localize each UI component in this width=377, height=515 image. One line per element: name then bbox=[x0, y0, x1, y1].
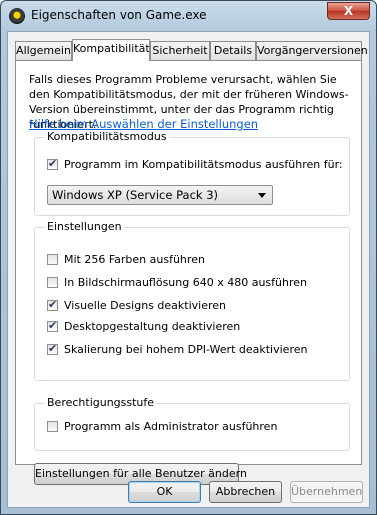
checkbox-label: Visuelle Designs deaktivieren bbox=[64, 299, 226, 312]
checkbox-box[interactable] bbox=[47, 421, 58, 432]
compat-mode-group: Kompatibilitätsmodus Programm im Kompati… bbox=[34, 130, 350, 216]
checkbox-label: In Bildschirmauflösung 640 x 480 ausführ… bbox=[64, 276, 307, 289]
checkbox-box[interactable] bbox=[47, 319, 58, 332]
tab-sicherheit[interactable]: Sicherheit bbox=[150, 41, 210, 60]
checkbox-box[interactable] bbox=[47, 298, 58, 311]
title-bar[interactable]: Eigenschaften von Game.exe X bbox=[1, 1, 376, 29]
settings-group-title: Einstellungen bbox=[45, 220, 124, 233]
checkbox-label: Programm im Kompatibilitätsmodus ausführ… bbox=[64, 158, 343, 171]
help-link[interactable]: Hilfe beim Auswählen der Einstellungen bbox=[29, 117, 258, 131]
dialog-client-area: Allgemein Kompatibilität Sicherheit Deta… bbox=[7, 31, 370, 508]
chevron-down-icon bbox=[258, 193, 266, 198]
close-button[interactable]: X bbox=[327, 2, 370, 20]
os-version-select[interactable]: Windows XP (Service Pack 3) bbox=[47, 185, 273, 205]
checkbox-label: Programm als Administrator ausführen bbox=[64, 420, 278, 433]
properties-dialog: Eigenschaften von Game.exe X Allgemein K… bbox=[0, 0, 377, 515]
os-version-select-value: Windows XP (Service Pack 3) bbox=[52, 188, 219, 202]
privilege-group-title: Berechtigungsstufe bbox=[45, 396, 157, 409]
compatibility-tab-panel: Falls dieses Programm Probleme verursach… bbox=[15, 60, 362, 485]
checkbox-box[interactable] bbox=[47, 342, 58, 355]
checkbox-label: Mit 256 Farben ausführen bbox=[64, 253, 205, 266]
window-title: Eigenschaften von Game.exe bbox=[31, 8, 207, 22]
tab-kompatibilitaet[interactable]: Kompatibilität bbox=[72, 39, 150, 61]
apply-button[interactable]: Übernehmen bbox=[290, 481, 363, 503]
cancel-button[interactable]: Abbrechen bbox=[209, 481, 282, 503]
tab-allgemein[interactable]: Allgemein bbox=[15, 41, 72, 60]
ok-button[interactable]: OK bbox=[128, 481, 201, 503]
compat-mode-group-title: Kompatibilitätsmodus bbox=[45, 130, 169, 143]
checkbox-label: Desktopgestaltung deaktivieren bbox=[64, 320, 241, 333]
settings-group: Einstellungen Mit 256 Farben ausführen I… bbox=[34, 220, 350, 381]
checkbox-label: Skalierung bei hohem DPI-Wert deaktivier… bbox=[64, 343, 308, 356]
checkbox-box[interactable] bbox=[47, 157, 58, 170]
tab-vorgaengerversionen[interactable]: Vorgängerversionen bbox=[256, 41, 368, 60]
checkbox-box[interactable] bbox=[47, 254, 58, 265]
tab-details[interactable]: Details bbox=[210, 41, 256, 60]
game-app-icon bbox=[9, 8, 25, 24]
privilege-group: Berechtigungsstufe Programm als Administ… bbox=[34, 396, 350, 451]
checkbox-box[interactable] bbox=[47, 277, 58, 288]
